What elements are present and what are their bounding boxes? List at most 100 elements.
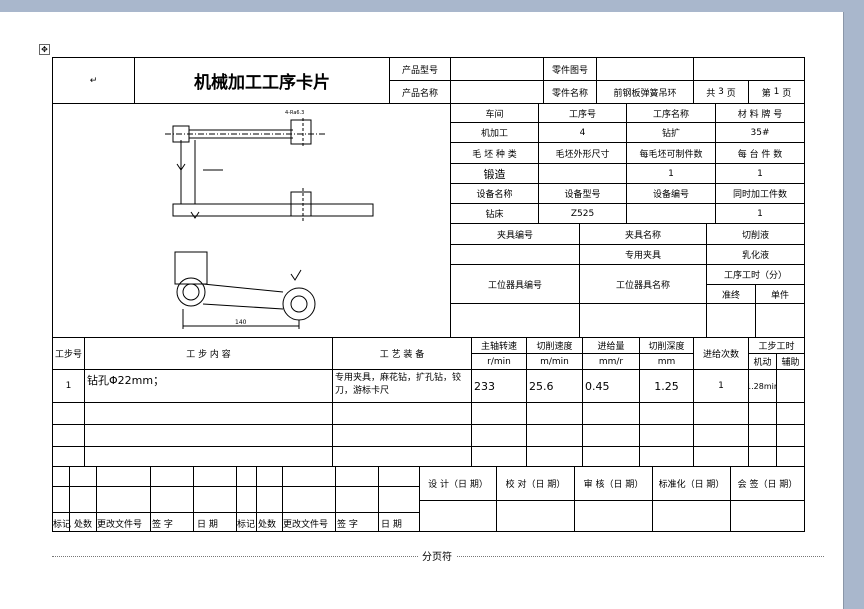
unit-value-cell[interactable]: [755, 303, 805, 338]
row2-equipment-cell[interactable]: [332, 402, 472, 425]
station-name-value-cell[interactable]: [579, 303, 707, 338]
row2-aux-cell[interactable]: [776, 402, 805, 425]
scroll-gutter[interactable]: [843, 0, 864, 609]
row4-passes-cell[interactable]: [693, 446, 749, 467]
page-label: 第: [761, 88, 771, 99]
standard-cell[interactable]: 标准化（日 期）: [652, 466, 731, 501]
op-name-value-cell[interactable]: 钻扩: [626, 122, 716, 143]
workshop-label: 车间: [485, 109, 504, 120]
row2-speed-cell[interactable]: [526, 402, 583, 425]
row1-depth-cell[interactable]: 1.25: [639, 369, 694, 403]
blank-type-value-cell[interactable]: 锻造: [450, 163, 539, 184]
op-no-value-cell[interactable]: 4: [538, 122, 627, 143]
row3-spindle-cell[interactable]: [471, 424, 527, 447]
col-content-header: 工 步 内 容: [84, 337, 333, 370]
row1-passes-cell[interactable]: 1: [693, 369, 749, 403]
station-no-value-cell[interactable]: [450, 303, 580, 338]
unit-label: 单件: [770, 290, 789, 301]
row4-depth-cell[interactable]: [639, 446, 694, 467]
col-speed-unit: m/min: [526, 353, 583, 370]
col-depth-unit: mm: [639, 353, 694, 370]
countersign-cell[interactable]: 会 签（日 期）: [730, 466, 805, 501]
row2-depth-cell[interactable]: [639, 402, 694, 425]
row1-feed-cell[interactable]: 0.45: [582, 369, 640, 403]
countersign-sign-cell[interactable]: [730, 500, 805, 532]
standard-sign-cell[interactable]: [652, 500, 731, 532]
row4-feed-cell[interactable]: [582, 446, 640, 467]
part-drawing-label: 零件图号: [551, 65, 588, 76]
col-depth-header: 切削深度: [639, 337, 694, 354]
col-equipment-label: 工 艺 装 备: [379, 350, 425, 360]
row4-machine-cell[interactable]: [748, 446, 777, 467]
coolant-value: 乳化液: [741, 251, 769, 261]
row1-machine-cell[interactable]: 1.28min: [748, 369, 777, 403]
equip-no-value-cell[interactable]: [626, 203, 716, 224]
station-no-label-cell: 工位器具编号: [450, 264, 580, 304]
sign-label-2: 签 字: [337, 520, 358, 530]
review-sign-cell[interactable]: [574, 500, 653, 532]
station-no-label: 工位器具编号: [487, 280, 542, 291]
prep-value-cell[interactable]: [706, 303, 756, 338]
design-sign-cell[interactable]: [419, 500, 497, 532]
product-name-value[interactable]: [450, 80, 544, 104]
row3-equipment-cell[interactable]: [332, 424, 472, 447]
check-cell[interactable]: 校 对（日 期）: [496, 466, 575, 501]
fixture-no-value-cell[interactable]: [450, 244, 580, 265]
fixture-name-value-cell[interactable]: 专用夹具: [579, 244, 707, 265]
table-move-handle-icon[interactable]: ✥: [39, 44, 50, 55]
row3-passes-cell[interactable]: [693, 424, 749, 447]
blank-size-value-cell[interactable]: [538, 163, 627, 184]
per-unit-value-cell[interactable]: 1: [715, 163, 805, 184]
row1-feed: 0.45: [585, 379, 610, 393]
row3-aux-cell[interactable]: [776, 424, 805, 447]
simul-value-cell[interactable]: 1: [715, 203, 805, 224]
row4-equipment-cell[interactable]: [332, 446, 472, 467]
coolant-value-cell[interactable]: 乳化液: [706, 244, 805, 265]
design-cell[interactable]: 设 计（日 期）: [419, 466, 497, 501]
row3-no-cell[interactable]: [52, 424, 85, 447]
part-name-value-cell[interactable]: 前钢板弹簧吊环: [596, 80, 694, 104]
row2-spindle-cell[interactable]: [471, 402, 527, 425]
op-name-value: 钻扩: [661, 129, 680, 139]
workshop-value-cell[interactable]: 机加工: [450, 122, 539, 143]
review-cell[interactable]: 审 核（日 期）: [574, 466, 653, 501]
row2-passes-cell[interactable]: [693, 402, 749, 425]
row1-content-cell[interactable]: 钻孔Φ22mm；: [84, 369, 333, 403]
equip-name-value-cell[interactable]: 钻床: [450, 203, 539, 224]
date-label-2: 日 期: [381, 520, 402, 530]
row4-no-cell[interactable]: [52, 446, 85, 467]
row2-feed-cell[interactable]: [582, 402, 640, 425]
row3-depth-cell[interactable]: [639, 424, 694, 447]
roughness-note: 4-Ra6.3: [285, 110, 304, 116]
product-model-value[interactable]: [450, 57, 544, 81]
part-drawing-label-cell: 零件图号: [543, 57, 597, 81]
row2-no-cell[interactable]: [52, 402, 85, 425]
row1-speed-cell[interactable]: 25.6: [526, 369, 583, 403]
row1-equipment: 专用夹具，麻花钻，扩孔钻，铰刀，游标卡尺: [335, 373, 462, 396]
part-drawing-value[interactable]: [596, 57, 694, 81]
row3-content-cell[interactable]: [84, 424, 333, 447]
per-blank-value-cell[interactable]: 1: [626, 163, 716, 184]
product-name-label: 产品名称: [401, 88, 438, 99]
row2-machine-cell[interactable]: [748, 402, 777, 425]
part-name-label-cell: 零件名称: [543, 80, 597, 104]
row1-spindle-cell[interactable]: 233: [471, 369, 527, 403]
row1-no-cell[interactable]: 1: [52, 369, 85, 403]
coolant-label: 切削液: [741, 230, 769, 241]
row4-content-cell[interactable]: [84, 446, 333, 467]
row3-speed-cell[interactable]: [526, 424, 583, 447]
check-sign-cell[interactable]: [496, 500, 575, 532]
row2-content-cell[interactable]: [84, 402, 333, 425]
row1-aux-cell[interactable]: [776, 369, 805, 403]
row3-machine-cell[interactable]: [748, 424, 777, 447]
header-right-top[interactable]: [693, 57, 805, 81]
equip-model-value-cell[interactable]: Z525: [538, 203, 627, 224]
row3-feed-cell[interactable]: [582, 424, 640, 447]
row4-aux-cell[interactable]: [776, 446, 805, 467]
sign-label-1: 签 字: [152, 520, 173, 530]
material-value-cell[interactable]: 35#: [715, 122, 805, 143]
row4-spindle-cell[interactable]: [471, 446, 527, 467]
row1-equipment-cell[interactable]: 专用夹具，麻花钻，扩孔钻，铰刀，游标卡尺: [332, 369, 472, 403]
row4-speed-cell[interactable]: [526, 446, 583, 467]
grid-line: [52, 512, 420, 513]
